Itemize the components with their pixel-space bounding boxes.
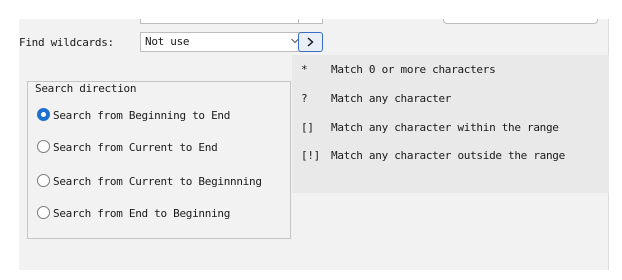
radio-label: Search from Beginning to End [53,109,231,122]
wildcard-symbol: [!] [301,149,320,162]
radio-unselected-icon [37,174,50,187]
wildcard-description: Match any character within the range [331,121,559,134]
radio-label: Search from End to Beginning [53,207,231,220]
top-input-partial[interactable] [443,19,598,24]
wildcard-description: Match any character [331,92,452,105]
wildcard-description: Match 0 or more characters [331,63,496,76]
radio-unselected-icon [37,140,50,153]
wildcard-menu-button[interactable] [298,32,323,52]
radio-current-to-beginning[interactable]: Search from Current to Beginnning [37,174,262,188]
radio-beginning-to-end[interactable]: Search from Beginning to End [37,108,230,122]
wildcard-row[interactable]: [!] Match any character outside the range [301,149,565,162]
radio-end-to-beginning[interactable]: Search from End to Beginning [37,206,230,220]
wildcard-symbol: [] [301,121,314,134]
radio-unselected-icon [37,206,50,219]
search-direction-title: Search direction [33,82,139,95]
wildcard-reference-list: * Match 0 or more characters ? Match any c… [292,55,609,193]
find-wildcards-value: Not use [145,35,190,48]
wildcard-row[interactable]: [] Match any character within the range [301,121,559,134]
radio-label: Search from Current to End [53,141,218,154]
wildcard-description: Match any character outside the range [331,149,565,162]
wildcard-symbol: * [301,63,308,76]
top-button-partial[interactable] [298,19,323,24]
chevron-right-icon [307,37,314,47]
find-wildcards-select[interactable]: Not use [140,32,306,52]
radio-selected-icon [37,108,50,121]
radio-label: Search from Current to Beginnning [53,175,262,188]
radio-current-to-end[interactable]: Search from Current to End [37,140,218,154]
find-wildcards-label: Find wildcards: [19,36,114,49]
top-field-partial[interactable] [140,19,306,24]
wildcard-symbol: ? [301,92,308,105]
wildcard-row[interactable]: * Match 0 or more characters [301,63,496,76]
find-options-panel: Find wildcards: Not use * Match 0 or more… [19,19,609,270]
wildcard-row[interactable]: ? Match any character [301,92,451,105]
